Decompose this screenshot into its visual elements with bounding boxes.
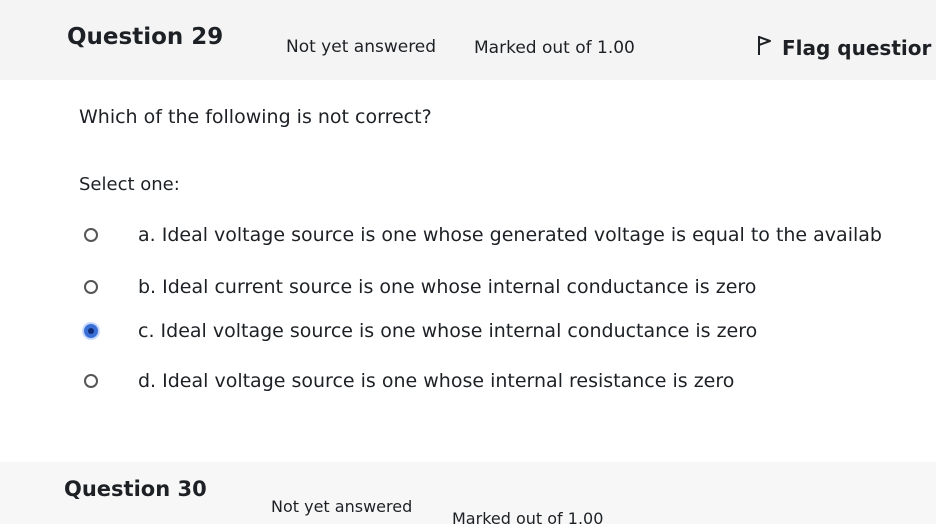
next-question-marks: Marked out of 1.00 — [452, 509, 604, 528]
next-question-number: Question 30 — [64, 477, 207, 501]
flag-icon — [756, 34, 782, 61]
option-a-label: a. Ideal voltage source is one whose gen… — [138, 224, 882, 246]
option-d-label: d. Ideal voltage source is one whose int… — [138, 370, 735, 392]
option-a[interactable]: a. Ideal voltage source is one whose gen… — [84, 224, 882, 246]
radio-option-b[interactable] — [84, 280, 98, 294]
question-text: Which of the following is not correct? — [79, 106, 432, 128]
radio-option-a[interactable] — [84, 228, 98, 242]
next-question-status: Not yet answered — [271, 497, 413, 516]
question-status: Not yet answered — [286, 37, 437, 57]
option-c[interactable]: c. Ideal voltage source is one whose int… — [84, 320, 757, 342]
flag-question-label: Flag questior — [782, 35, 932, 60]
select-one-label: Select one: — [79, 174, 180, 195]
option-d[interactable]: d. Ideal voltage source is one whose int… — [84, 370, 734, 392]
radio-option-d[interactable] — [84, 374, 98, 388]
flag-question-button[interactable]: Flag questior — [756, 34, 931, 61]
option-b-label: b. Ideal current source is one whose int… — [138, 276, 757, 298]
question-marks: Marked out of 1.00 — [474, 38, 635, 58]
option-c-label: c. Ideal voltage source is one whose int… — [138, 320, 758, 342]
question-number: Question 29 — [67, 24, 224, 50]
radio-option-c[interactable] — [84, 324, 98, 338]
option-b[interactable]: b. Ideal current source is one whose int… — [84, 276, 756, 298]
